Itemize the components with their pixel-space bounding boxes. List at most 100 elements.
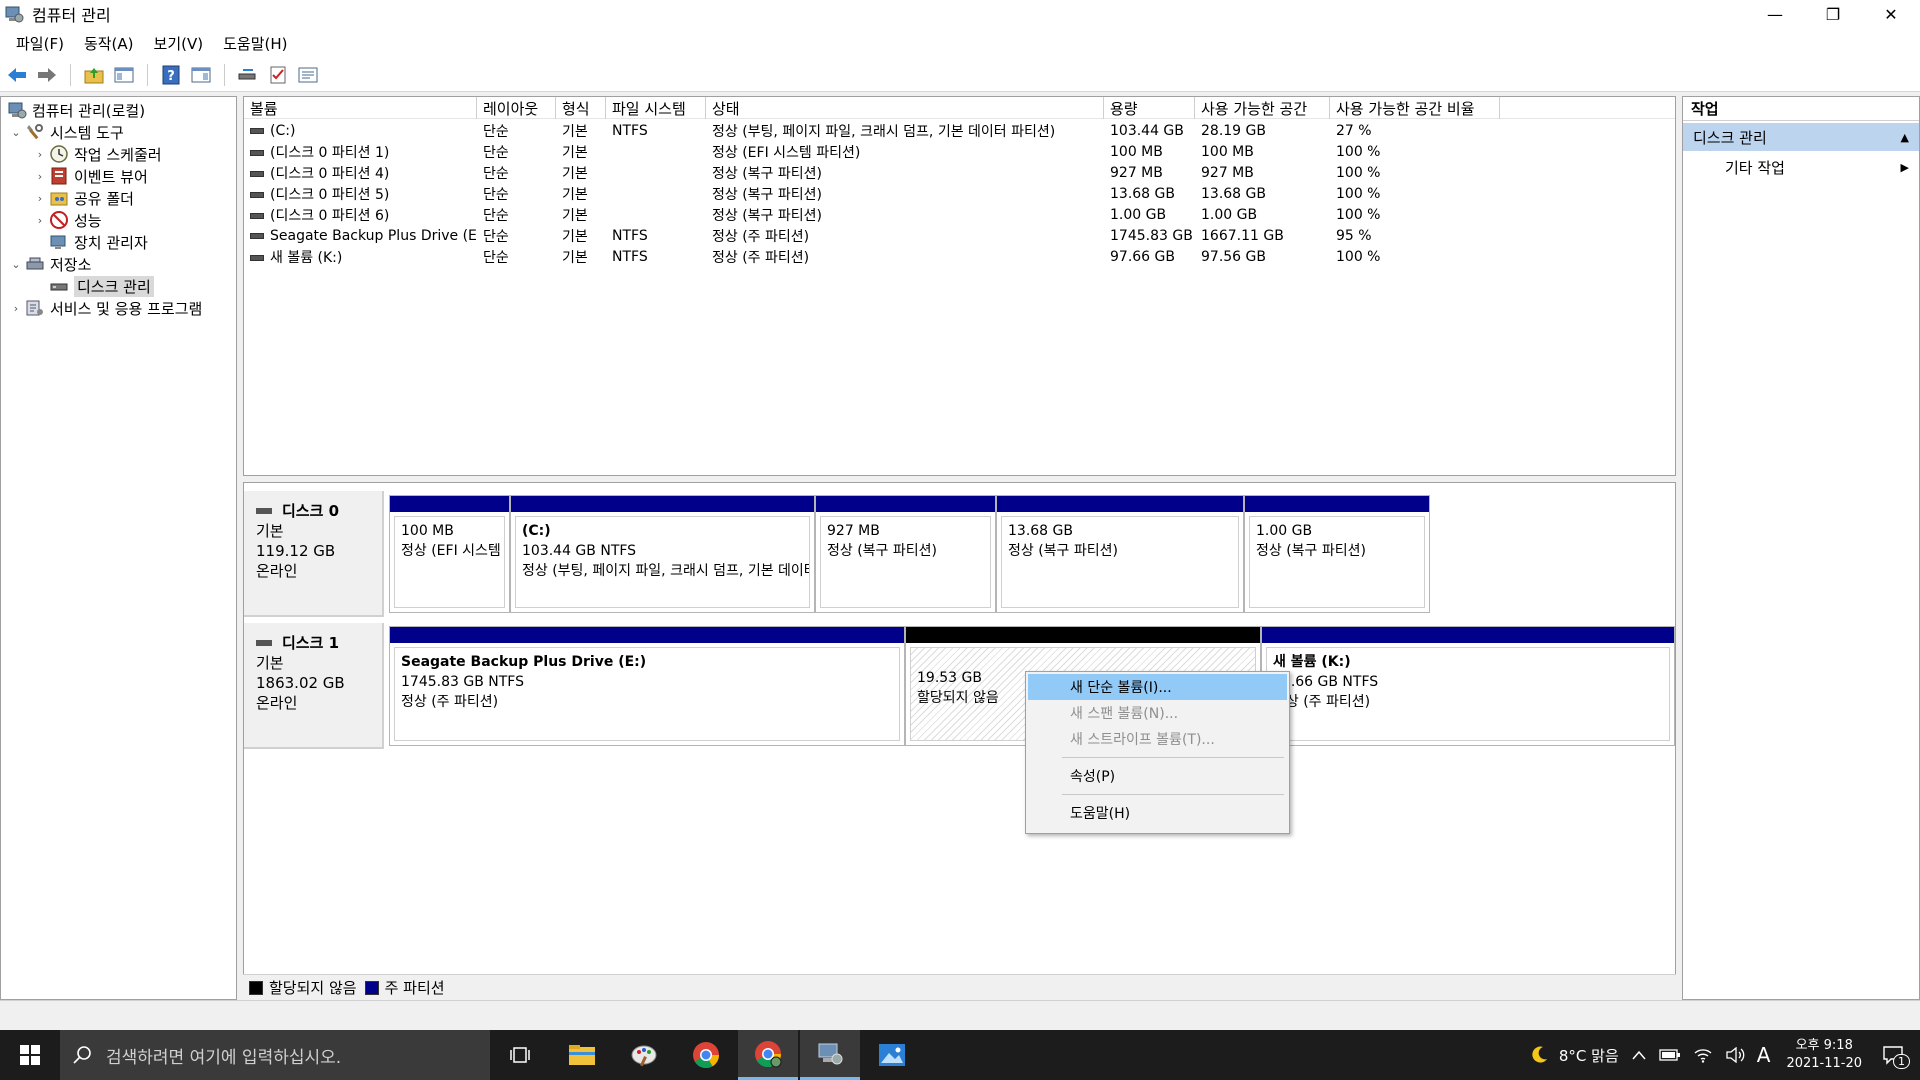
col-header-free-percent[interactable]: 사용 가능한 공간 비율 xyxy=(1330,97,1500,119)
taskbar-photos[interactable] xyxy=(862,1030,922,1080)
table-cell: (디스크 0 파티션 6) xyxy=(244,205,477,225)
menu-help[interactable]: 도움말(H) xyxy=(213,33,297,54)
taskbar-paint[interactable] xyxy=(614,1030,674,1080)
show-console-tree-button[interactable] xyxy=(111,62,137,88)
partition-disk0-c[interactable]: (C:) 103.44 GB NTFS 정상 (부팅, 페이지 파일, 크래시 … xyxy=(510,495,815,613)
tree-item-device-manager[interactable]: 장치 관리자 xyxy=(33,231,148,253)
col-header-layout[interactable]: 레이아웃 xyxy=(477,97,556,119)
tree-item-services-apps[interactable]: › 서비스 및 응용 프로그램 xyxy=(9,297,203,319)
table-cell: 단순 xyxy=(483,228,509,245)
tree-item-event-viewer[interactable]: › 이벤트 뷰어 xyxy=(33,165,148,187)
table-cell: 100 % xyxy=(1336,248,1381,265)
table-cell: 기본 xyxy=(562,165,588,182)
show-action-pane-button[interactable] xyxy=(188,62,214,88)
computer-management-icon xyxy=(8,102,27,119)
taskbar-clock[interactable]: 오후 9:18 2021-11-20 xyxy=(1786,1037,1862,1073)
task-view-button[interactable] xyxy=(490,1030,550,1080)
col-header-free-space[interactable]: 사용 가능한 공간 xyxy=(1195,97,1330,119)
tree-item-computer-management[interactable]: 컴퓨터 관리(로컬) xyxy=(5,99,145,121)
taskbar-file-explorer[interactable] xyxy=(552,1030,612,1080)
taskbar-chrome[interactable] xyxy=(676,1030,736,1080)
chevron-right-icon[interactable]: › xyxy=(33,192,47,205)
table-cell: 정상 (복구 파티션) xyxy=(712,165,822,182)
table-cell: 1.00 GB xyxy=(1201,206,1258,223)
table-row[interactable]: (C:) 단순 기본 NTFS 정상 (부팅, 페이지 파일, 크래시 덤프, 기본 데… xyxy=(244,120,1675,141)
ime-indicator[interactable]: A xyxy=(1757,1043,1771,1067)
up-folder-button[interactable] xyxy=(81,62,107,88)
restore-button[interactable]: ❐ xyxy=(1804,0,1862,28)
chevron-right-icon[interactable]: › xyxy=(33,170,47,183)
menu-view[interactable]: 보기(V) xyxy=(144,33,214,54)
table-cell: 100 % xyxy=(1336,185,1381,202)
menu-action[interactable]: 동작(A) xyxy=(74,33,144,54)
ctx-new-striped-volume[interactable]: 새 스트라이프 볼륨(T)... xyxy=(1028,726,1287,752)
tree-item-disk-management[interactable]: 디스크 관리 xyxy=(33,275,154,297)
disk-0-label[interactable]: 디스크 0 기본 119.12 GB 온라인 xyxy=(244,491,384,617)
chevron-down-icon[interactable]: ⌄ xyxy=(9,126,23,139)
col-header-type[interactable]: 형식 xyxy=(556,97,606,119)
table-row[interactable]: (디스크 0 파티션 1) 단순 기본 정상 (EFI 시스템 파티션) 100 MB 1… xyxy=(244,141,1675,162)
disk-map: 디스크 0 기본 119.12 GB 온라인 100 MB 정상 (EFI 시스… xyxy=(243,482,1676,1000)
volume-icon xyxy=(250,232,264,239)
help-icon: ? xyxy=(162,65,180,84)
table-row[interactable]: (디스크 0 파티션 5) 단순 기본 정상 (복구 파티션) 13.68 GB 13.6… xyxy=(244,183,1675,204)
col-header-filesystem[interactable]: 파일 시스템 xyxy=(606,97,706,119)
col-header-volume[interactable]: 볼륨 xyxy=(244,97,477,119)
forward-button[interactable] xyxy=(34,62,60,88)
ctx-help[interactable]: 도움말(H) xyxy=(1028,800,1287,826)
system-tray: 8°C 맑음 A 오후 9:18 2021-11-20 1 xyxy=(1523,1030,1920,1080)
partition-disk0-recovery-6[interactable]: 1.00 GB 정상 (복구 파티션) xyxy=(1244,495,1430,613)
wifi-icon xyxy=(1694,1049,1712,1063)
tree-item-performance[interactable]: › 성능 xyxy=(33,209,102,231)
properties-button[interactable] xyxy=(295,62,321,88)
table-cell: 정상 (주 파티션) xyxy=(712,228,810,245)
tree-item-storage[interactable]: ⌄ 저장소 xyxy=(9,253,91,275)
taskbar-chrome-profile[interactable] xyxy=(738,1030,798,1080)
ctx-new-simple-volume[interactable]: 새 단순 볼륨(I)... xyxy=(1028,674,1287,700)
chevron-right-icon[interactable]: › xyxy=(9,302,23,315)
ctx-properties[interactable]: 속성(P) xyxy=(1028,763,1287,789)
menu-file[interactable]: 파일(F) xyxy=(6,33,74,54)
back-button[interactable] xyxy=(4,62,30,88)
volume-tray[interactable] xyxy=(1725,1047,1745,1063)
help-button[interactable]: ? xyxy=(158,62,184,88)
network-tray[interactable] xyxy=(1693,1047,1713,1063)
check-button[interactable] xyxy=(265,62,291,88)
tree-item-shared-folders[interactable]: › 공유 폴더 xyxy=(33,187,134,209)
connect-button[interactable] xyxy=(235,62,261,88)
col-header-capacity[interactable]: 용량 xyxy=(1104,97,1195,119)
services-apps-icon xyxy=(26,300,43,316)
disk-1-label[interactable]: 디스크 1 기본 1863.02 GB 온라인 xyxy=(244,623,384,749)
notification-center-button[interactable]: 1 xyxy=(1882,1045,1910,1069)
table-cell: 단순 xyxy=(483,123,509,140)
col-header-status[interactable]: 상태 xyxy=(706,97,1104,119)
tree-item-task-scheduler[interactable]: › 작업 스케줄러 xyxy=(33,143,162,165)
table-cell: (디스크 0 파티션 5) xyxy=(244,184,477,204)
action-more-actions[interactable]: 기타 작업 ▶ xyxy=(1683,155,1919,179)
battery-tray[interactable] xyxy=(1659,1048,1681,1062)
close-button[interactable]: ✕ xyxy=(1862,0,1920,28)
partition-disk1-k[interactable]: 새 볼륨 (K:) 97.66 GB NTFS 정상 (주 파티션) xyxy=(1261,626,1675,746)
partition-disk0-recovery-4[interactable]: 927 MB 정상 (복구 파티션) xyxy=(815,495,996,613)
actions-section-disk-management[interactable]: 디스크 관리 ▲ xyxy=(1683,123,1919,151)
table-row[interactable]: (디스크 0 파티션 6) 단순 기본 정상 (복구 파티션) 1.00 GB 1.00 … xyxy=(244,204,1675,225)
weather-widget[interactable]: 8°C 맑음 xyxy=(1529,1045,1619,1066)
start-button[interactable] xyxy=(0,1030,60,1080)
table-cell: 기본 xyxy=(562,186,588,203)
show-hidden-icons-button[interactable] xyxy=(1631,1049,1647,1061)
taskbar-search-box[interactable]: 검색하려면 여기에 입력하십시오. xyxy=(60,1030,490,1080)
partition-disk1-e[interactable]: Seagate Backup Plus Drive (E:) 1745.83 G… xyxy=(389,626,905,746)
table-row[interactable]: 새 볼륨 (K:) 단순 기본 NTFS 정상 (주 파티션) 97.66 GB 97.56… xyxy=(244,246,1675,267)
partition-disk0-efi[interactable]: 100 MB 정상 (EFI 시스템 파티션) xyxy=(389,495,510,613)
partition-disk0-recovery-5[interactable]: 13.68 GB 정상 (복구 파티션) xyxy=(996,495,1244,613)
tree-item-system-tools[interactable]: ⌄ 시스템 도구 xyxy=(9,121,123,143)
chrome-icon xyxy=(693,1042,720,1069)
ctx-new-spanned-volume[interactable]: 새 스팬 볼륨(N)... xyxy=(1028,700,1287,726)
minimize-button[interactable]: — xyxy=(1746,0,1804,28)
chevron-right-icon[interactable]: › xyxy=(33,214,47,227)
table-row[interactable]: Seagate Backup Plus Drive (E:) 단순 기본 NTFS 정상… xyxy=(244,225,1675,246)
chevron-down-icon[interactable]: ⌄ xyxy=(9,258,23,271)
chevron-right-icon[interactable]: › xyxy=(33,148,47,161)
taskbar-computer-management[interactable] xyxy=(800,1030,860,1080)
table-row[interactable]: (디스크 0 파티션 4) 단순 기본 정상 (복구 파티션) 927 MB 927 MB… xyxy=(244,162,1675,183)
